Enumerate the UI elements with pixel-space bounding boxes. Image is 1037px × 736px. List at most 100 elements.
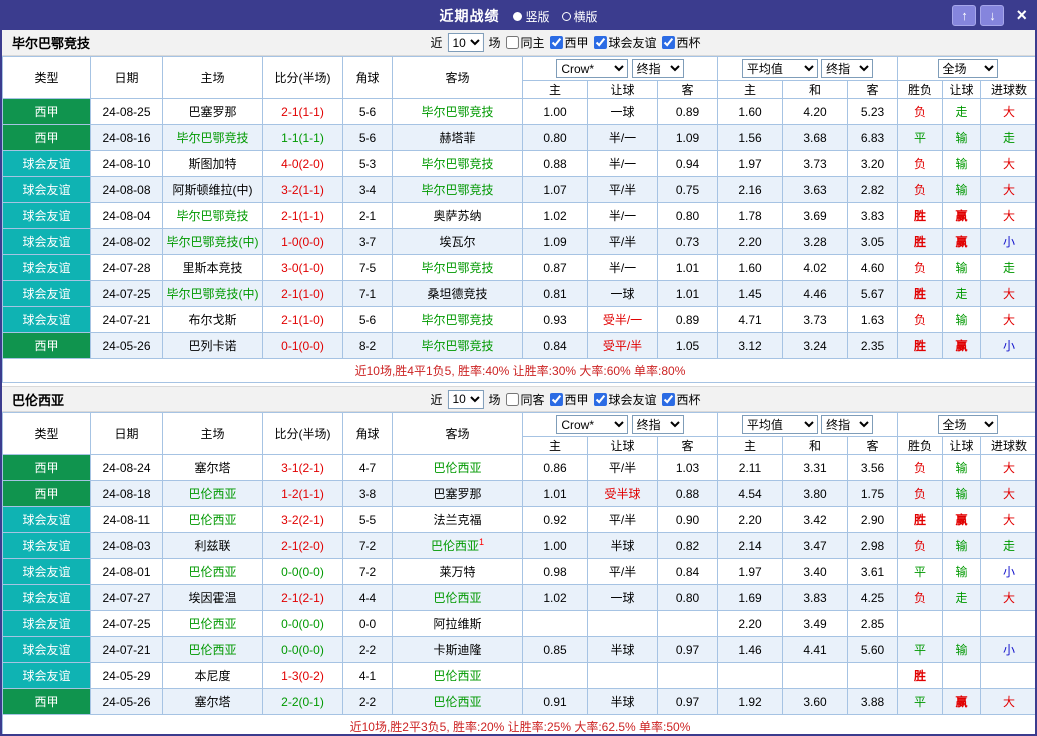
asian-odds-group: Crow* 终指 bbox=[522, 56, 718, 81]
avg-draw-odds: 3.40 bbox=[782, 558, 848, 585]
asian-odds-group: Crow* 终指 bbox=[522, 412, 718, 437]
league-laliga-checkbox-2[interactable]: 西甲 bbox=[549, 391, 589, 408]
avg-away-odds: 4.25 bbox=[846, 584, 899, 611]
col-avg-away: 客 bbox=[846, 80, 899, 99]
fulltime-select[interactable]: 全场 bbox=[937, 59, 998, 78]
corner-score: 7-2 bbox=[342, 558, 393, 585]
final-odds-select-3[interactable]: 终指 bbox=[631, 415, 684, 434]
avg-away-odds: 3.83 bbox=[846, 202, 899, 229]
league-cup-checkbox[interactable]: 西杯 bbox=[661, 34, 701, 51]
league-friendly-checkbox[interactable]: 球会友谊 bbox=[593, 34, 657, 51]
col-corner: 角球 bbox=[342, 56, 393, 99]
final-odds-select-4[interactable]: 终指 bbox=[821, 415, 874, 434]
avg-away-odds: 3.61 bbox=[846, 558, 899, 585]
corner-score: 4-4 bbox=[342, 584, 393, 611]
close-icon: × bbox=[1016, 5, 1027, 25]
league-friendly-checkbox-2-input[interactable] bbox=[593, 392, 607, 406]
asian-away-odds: 0.80 bbox=[657, 584, 718, 611]
final-odds-select[interactable]: 终指 bbox=[631, 59, 684, 78]
score-halftime: 1-3(0-2) bbox=[262, 662, 343, 689]
col-corner: 角球 bbox=[342, 412, 393, 455]
away-team: 奥萨苏纳 bbox=[392, 202, 523, 229]
same-away-checkbox[interactable]: 同客 bbox=[505, 391, 545, 408]
handicap-result: 输 bbox=[942, 150, 982, 177]
layout-vertical-radio[interactable]: 竖版 bbox=[513, 8, 550, 25]
asian-away-odds bbox=[657, 610, 718, 637]
avg-away-odds: 2.82 bbox=[846, 176, 899, 203]
handicap-result: 输 bbox=[942, 480, 982, 507]
goals-result: 走 bbox=[980, 124, 1035, 151]
match-date: 24-08-08 bbox=[90, 176, 163, 203]
match-row: 西甲 24-08-24 塞尔塔 3-1(2-1) 4-7 巴伦西亚 0.86 平/半 1.03 2… bbox=[2, 454, 1035, 481]
league-laliga-checkbox[interactable]: 西甲 bbox=[549, 34, 589, 51]
corner-score: 8-2 bbox=[342, 332, 393, 359]
match-row: 西甲 24-08-25 巴塞罗那 2-1(1-1) 5-6 毕尔巴鄂竞技 1.00 一球 0.8… bbox=[2, 98, 1035, 125]
average-select[interactable]: 平均值 bbox=[741, 59, 818, 78]
league-friendly-checkbox-2[interactable]: 球会友谊 bbox=[593, 391, 657, 408]
bookmaker-select[interactable]: Crow* bbox=[556, 59, 629, 78]
avg-draw-odds: 3.83 bbox=[782, 584, 848, 611]
home-team: 毕尔巴鄂竞技 bbox=[162, 124, 263, 151]
asian-handicap: 半/一 bbox=[587, 150, 658, 177]
average-select-2[interactable]: 平均值 bbox=[741, 415, 818, 434]
handicap-result: 输 bbox=[942, 636, 982, 663]
match-date: 24-05-26 bbox=[90, 332, 163, 359]
league-friendly-checkbox-input[interactable] bbox=[593, 36, 607, 49]
handicap-result: 输 bbox=[942, 532, 982, 559]
home-team: 阿斯顿维拉(中) bbox=[162, 176, 263, 203]
goals-result: 大 bbox=[980, 306, 1035, 333]
avg-away-odds: 5.60 bbox=[846, 636, 899, 663]
avg-draw-odds: 4.46 bbox=[782, 280, 848, 307]
avg-draw-odds bbox=[782, 662, 848, 689]
score-halftime: 0-1(0-0) bbox=[262, 332, 343, 359]
league-laliga-checkbox-input[interactable] bbox=[549, 36, 563, 49]
match-row: 球会友谊 24-07-25 巴伦西亚 0-0(0-0) 0-0 阿拉维斯 2.20 3.49 2… bbox=[2, 610, 1035, 637]
avg-draw-odds: 3.49 bbox=[782, 610, 848, 637]
league-cup-checkbox-2[interactable]: 西杯 bbox=[661, 391, 701, 408]
col-date: 日期 bbox=[90, 56, 163, 99]
bookmaker-select-2[interactable]: Crow* bbox=[556, 415, 629, 434]
avg-home-odds: 1.97 bbox=[717, 150, 783, 177]
match-type-badge: 球会友谊 bbox=[2, 558, 91, 585]
avg-draw-odds: 4.41 bbox=[782, 636, 848, 663]
win-loss-result: 平 bbox=[897, 688, 944, 715]
move-down-button[interactable]: ↓ bbox=[980, 5, 1005, 26]
asian-home-odds: 0.86 bbox=[522, 454, 588, 481]
recent-count-select[interactable]: 10 bbox=[447, 33, 484, 52]
corner-score: 2-2 bbox=[342, 688, 393, 715]
match-row: 球会友谊 24-08-02 毕尔巴鄂竞技(中) 1-0(0-0) 3-7 埃瓦尔 1.09 平… bbox=[2, 228, 1035, 255]
asian-handicap: 一球 bbox=[587, 98, 658, 125]
away-team: 卡斯迪隆 bbox=[392, 636, 523, 663]
asian-away-odds: 0.94 bbox=[657, 150, 718, 177]
home-team: 巴伦西亚 bbox=[162, 558, 263, 585]
final-odds-select-2[interactable]: 终指 bbox=[821, 59, 874, 78]
recent-count-select-2[interactable]: 10 bbox=[447, 389, 484, 409]
summary-text: 近10场,胜2平3负5, 胜率:20% 让胜率:25% 大率:62.5% 单率:… bbox=[2, 714, 1035, 734]
corner-score: 5-5 bbox=[342, 506, 393, 533]
asian-handicap: 平/半 bbox=[587, 176, 658, 203]
same-away-checkbox-input[interactable] bbox=[505, 392, 519, 406]
same-home-checkbox[interactable]: 同主 bbox=[505, 34, 545, 51]
match-row: 球会友谊 24-07-25 毕尔巴鄂竞技(中) 2-1(1-0) 7-1 桑坦德竞技 0.8… bbox=[2, 280, 1035, 307]
match-row: 球会友谊 24-08-11 巴伦西亚 3-2(2-1) 5-5 法兰克福 0.92 平/半 0.… bbox=[2, 506, 1035, 533]
league-cup-checkbox-2-input[interactable] bbox=[661, 392, 675, 406]
home-team: 巴塞罗那 bbox=[162, 98, 263, 125]
goals-result: 大 bbox=[980, 454, 1035, 481]
corner-score: 7-5 bbox=[342, 254, 393, 281]
col-asian-handicap: 让球 bbox=[587, 80, 658, 99]
avg-home-odds: 1.46 bbox=[717, 636, 783, 663]
summary-text: 近10场,胜4平1负5, 胜率:40% 让胜率:30% 大率:60% 单率:80… bbox=[2, 358, 1035, 383]
fulltime-select-2[interactable]: 全场 bbox=[937, 415, 998, 434]
avg-away-odds: 2.85 bbox=[846, 610, 899, 637]
match-row: 西甲 24-08-18 巴伦西亚 1-2(1-1) 3-8 巴塞罗那 1.01 受半球 0.88… bbox=[2, 480, 1035, 507]
move-up-button[interactable]: ↑ bbox=[952, 5, 977, 26]
close-button[interactable]: × bbox=[1016, 5, 1027, 26]
league-laliga-checkbox-2-input[interactable] bbox=[549, 392, 563, 406]
away-team: 巴伦西亚 bbox=[392, 584, 523, 611]
match-date: 24-07-27 bbox=[90, 584, 163, 611]
layout-horizontal-radio[interactable]: 横版 bbox=[561, 8, 598, 25]
match-row: 西甲 24-05-26 塞尔塔 2-2(0-1) 2-2 巴伦西亚 0.91 半球 0.97 1.… bbox=[2, 688, 1035, 715]
title-bar: 近期战绩 竖版 横版 ↑ ↓ × bbox=[2, 2, 1035, 30]
same-home-checkbox-input[interactable] bbox=[505, 36, 519, 49]
league-cup-checkbox-input[interactable] bbox=[661, 36, 675, 49]
